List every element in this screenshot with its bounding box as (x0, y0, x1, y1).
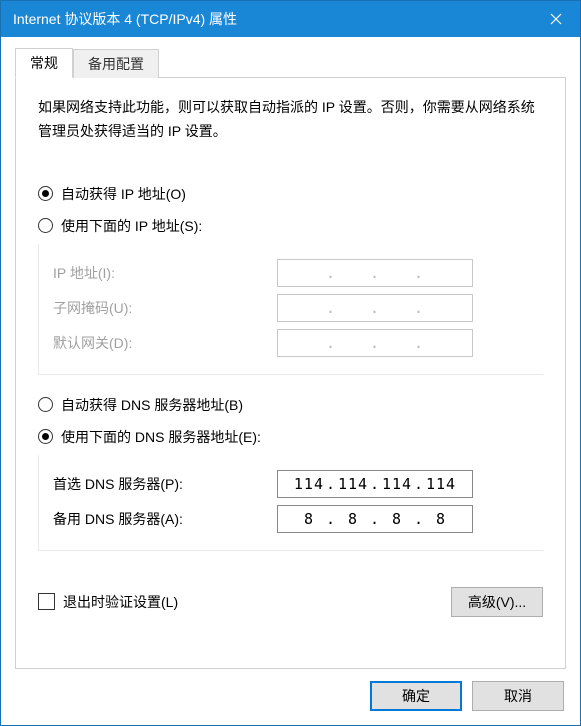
validate-checkbox-label: 退出时验证设置(L) (63, 592, 178, 612)
ip-address-label: IP 地址(I): (47, 263, 277, 283)
tab-strip: 常规 备用配置 (15, 51, 566, 77)
tab-general[interactable]: 常规 (15, 48, 73, 78)
radio-ip-manual[interactable]: 使用下面的 IP 地址(S): (38, 216, 543, 236)
ip-address-input: . . . (277, 259, 473, 287)
tab-alternate[interactable]: 备用配置 (73, 49, 159, 78)
advanced-button[interactable]: 高级(V)... (451, 587, 543, 617)
window-title: Internet 协议版本 4 (TCP/IPv4) 属性 (13, 9, 532, 29)
default-gateway-input: . . . (277, 329, 473, 357)
close-button[interactable] (532, 1, 580, 37)
dialog-window: Internet 协议版本 4 (TCP/IPv4) 属性 常规 备用配置 如果… (0, 0, 581, 726)
dialog-button-row: 确定 取消 (15, 669, 566, 711)
ip-fields-group: IP 地址(I): . . . 子网掩码(U): . (38, 244, 543, 375)
preferred-dns-label: 首选 DNS 服务器(P): (47, 474, 277, 494)
radio-ip-auto-label: 自动获得 IP 地址(O) (61, 184, 186, 204)
radio-ip-auto[interactable]: 自动获得 IP 地址(O) (38, 184, 543, 204)
bottom-row: 退出时验证设置(L) 高级(V)... (38, 587, 543, 617)
radio-icon (38, 429, 53, 444)
validate-checkbox[interactable]: 退出时验证设置(L) (38, 592, 178, 612)
alternate-dns-label: 备用 DNS 服务器(A): (47, 509, 277, 529)
titlebar: Internet 协议版本 4 (TCP/IPv4) 属性 (1, 1, 580, 37)
ok-button[interactable]: 确定 (370, 681, 462, 711)
radio-ip-manual-label: 使用下面的 IP 地址(S): (61, 216, 202, 236)
radio-icon (38, 218, 53, 233)
radio-dns-auto-label: 自动获得 DNS 服务器地址(B) (61, 395, 243, 415)
radio-dns-auto[interactable]: 自动获得 DNS 服务器地址(B) (38, 395, 543, 415)
field-ip-address: IP 地址(I): . . . (47, 259, 535, 287)
tab-panel-general: 如果网络支持此功能，则可以获取自动指派的 IP 设置。否则，你需要从网络系统管理… (15, 77, 566, 669)
radio-dns-manual[interactable]: 使用下面的 DNS 服务器地址(E): (38, 427, 543, 447)
field-preferred-dns: 首选 DNS 服务器(P): 114. 114. 114. 114 (47, 470, 535, 498)
cancel-button[interactable]: 取消 (472, 681, 564, 711)
close-icon (550, 13, 562, 25)
radio-icon (38, 186, 53, 201)
checkbox-icon (38, 593, 55, 610)
field-subnet-mask: 子网掩码(U): . . . (47, 294, 535, 322)
alternate-dns-input[interactable]: 8. 8. 8. 8 (277, 505, 473, 533)
default-gateway-label: 默认网关(D): (47, 333, 277, 353)
client-area: 常规 备用配置 如果网络支持此功能，则可以获取自动指派的 IP 设置。否则，你需… (1, 37, 580, 725)
subnet-mask-input: . . . (277, 294, 473, 322)
subnet-mask-label: 子网掩码(U): (47, 298, 277, 318)
preferred-dns-input[interactable]: 114. 114. 114. 114 (277, 470, 473, 498)
description-text: 如果网络支持此功能，则可以获取自动指派的 IP 设置。否则，你需要从网络系统管理… (38, 96, 543, 144)
field-default-gateway: 默认网关(D): . . . (47, 329, 535, 357)
radio-icon (38, 397, 53, 412)
radio-dns-manual-label: 使用下面的 DNS 服务器地址(E): (61, 427, 261, 447)
field-alternate-dns: 备用 DNS 服务器(A): 8. 8. 8. 8 (47, 505, 535, 533)
dns-fields-group: 首选 DNS 服务器(P): 114. 114. 114. 114 备用 DNS… (38, 455, 543, 551)
